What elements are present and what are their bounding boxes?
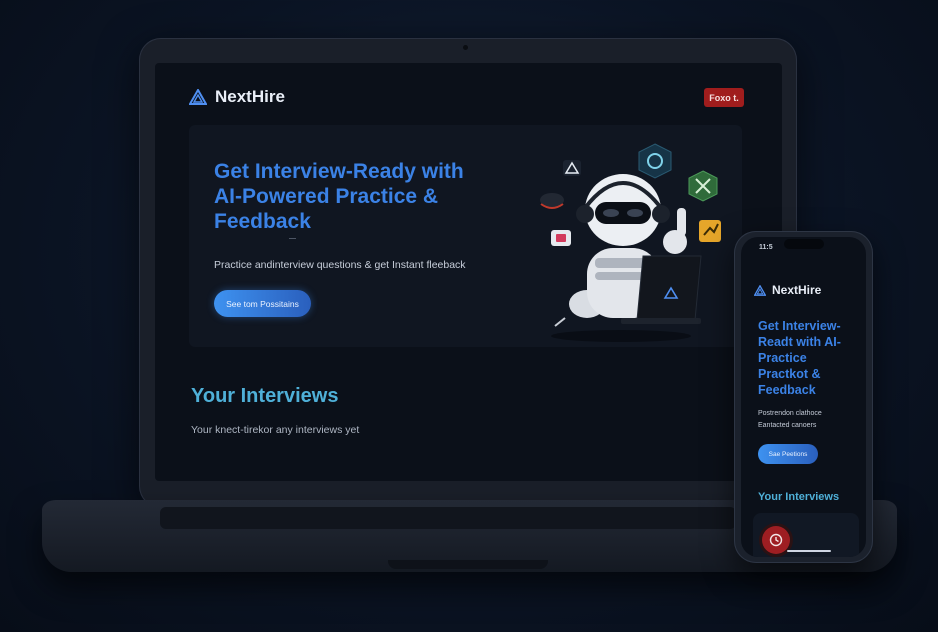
laptop-camera [463, 45, 468, 50]
settings-badge-icon [638, 143, 672, 179]
top-action-button[interactable]: Foxo t. [704, 88, 744, 107]
clock-button[interactable] [762, 526, 790, 554]
mobile-brand[interactable]: NextHire [754, 283, 821, 297]
chart-badge-icon [699, 220, 721, 242]
robot-illustration [540, 143, 721, 342]
your-interviews-title: Your Interviews [191, 385, 339, 407]
clock-icon [769, 533, 783, 547]
desktop-screen: NextHire Foxo t. Get Interview-Ready wit… [155, 63, 782, 481]
nexthire-logo-icon [189, 89, 207, 105]
mobile-screen: 11:5 NextHire Get Interview- Readt with … [741, 237, 866, 557]
helmet-badge-icon [540, 193, 564, 209]
status-time: 11:5 [759, 244, 773, 251]
empty-interviews-text: Your knect-tirekor any interviews yet [191, 424, 360, 436]
hero-dash: — [289, 235, 296, 242]
laptop-notch [388, 560, 548, 569]
home-indicator[interactable] [787, 550, 831, 552]
mobile-your-interviews-title: Your Interviews [758, 491, 840, 503]
tools-badge-icon [688, 170, 718, 202]
mobile-see-positions-button[interactable]: Sae Peetions [758, 444, 818, 464]
mobile-desc-line: Eantacted canoers [758, 422, 817, 429]
brand-name: NextHire [215, 87, 285, 106]
card-badge-icon [551, 230, 571, 246]
see-positions-button[interactable]: See tom Possitains [214, 290, 311, 317]
mobile-desc-line: Postrendon clathoce [758, 410, 822, 417]
hero-title: Get Interview-Ready with AI-Powered Prac… [214, 160, 464, 233]
warning-badge-icon [563, 160, 581, 176]
keyboard-area [160, 507, 736, 529]
desktop-brand[interactable]: NextHire [189, 87, 285, 107]
mobile-hero-title: Get Interview- Readt with AI- Practice P… [758, 319, 841, 397]
phone-notch [784, 239, 824, 249]
brand-name: NextHire [772, 283, 822, 297]
hero-subtitle: Practice andinterview questions & get In… [214, 259, 466, 271]
nexthire-logo-icon [754, 284, 766, 296]
